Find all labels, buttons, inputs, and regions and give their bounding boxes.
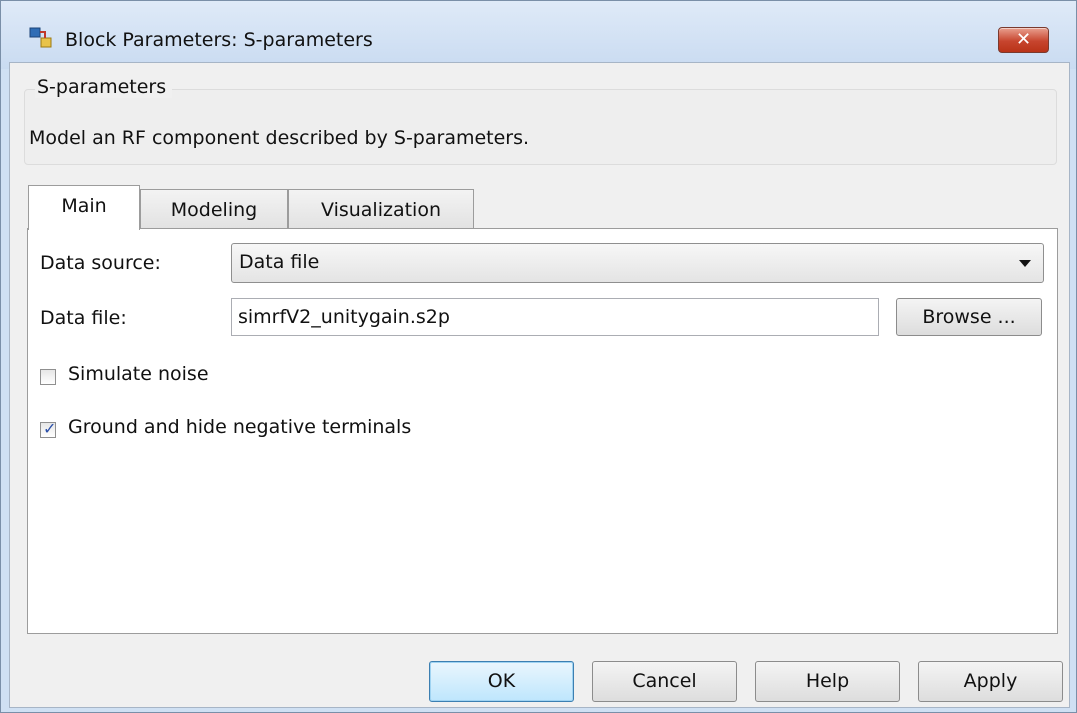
tab-visualization-label: Visualization — [320, 199, 441, 221]
tab-main-label: Main — [61, 195, 107, 217]
dialog-client-area: S-parameters Model an RF component descr… — [9, 62, 1070, 708]
apply-button[interactable]: Apply — [918, 661, 1063, 702]
apply-button-label: Apply — [963, 670, 1018, 692]
description-group-title: S-parameters — [35, 76, 173, 98]
tab-modeling-label: Modeling — [170, 199, 258, 221]
help-button[interactable]: Help — [755, 661, 900, 702]
data-file-input[interactable] — [231, 298, 879, 336]
description-text: Model an RF component described by S-par… — [29, 127, 530, 149]
ground-negative-terminals-label: Ground and hide negative terminals — [68, 416, 412, 438]
close-icon: ✕ — [1015, 29, 1032, 50]
data-file-label: Data file: — [40, 307, 127, 329]
data-source-value: Data file — [239, 251, 320, 273]
title-bar[interactable]: Block Parameters: S-parameters ✕ — [1, 1, 1076, 69]
window-title: Block Parameters: S-parameters — [65, 29, 373, 51]
browse-button[interactable]: Browse ... — [896, 298, 1042, 336]
data-source-select[interactable]: Data file — [231, 243, 1044, 283]
data-source-label: Data source: — [40, 252, 161, 274]
tab-modeling[interactable]: Modeling — [140, 189, 288, 229]
tab-visualization[interactable]: Visualization — [288, 189, 474, 229]
ground-negative-terminals-checkbox[interactable]: ✓ — [40, 419, 57, 438]
browse-button-label: Browse ... — [922, 306, 1016, 328]
help-button-label: Help — [805, 670, 850, 692]
main-tab-panel: Data source: Data file Data file: Browse… — [27, 228, 1058, 634]
ok-button[interactable]: OK — [429, 661, 574, 702]
check-icon: ✓ — [43, 419, 57, 438]
block-parameters-dialog: Block Parameters: S-parameters ✕ S-param… — [0, 0, 1077, 713]
close-button[interactable]: ✕ — [998, 27, 1049, 53]
chevron-down-icon — [1019, 260, 1031, 267]
simulate-noise-label: Simulate noise — [68, 363, 209, 385]
simulink-block-icon — [29, 27, 52, 48]
tab-main[interactable]: Main — [28, 185, 140, 230]
cancel-button[interactable]: Cancel — [592, 661, 737, 702]
ok-button-label: OK — [487, 670, 516, 692]
simulate-noise-checkbox[interactable] — [40, 369, 56, 385]
cancel-button-label: Cancel — [632, 670, 697, 692]
